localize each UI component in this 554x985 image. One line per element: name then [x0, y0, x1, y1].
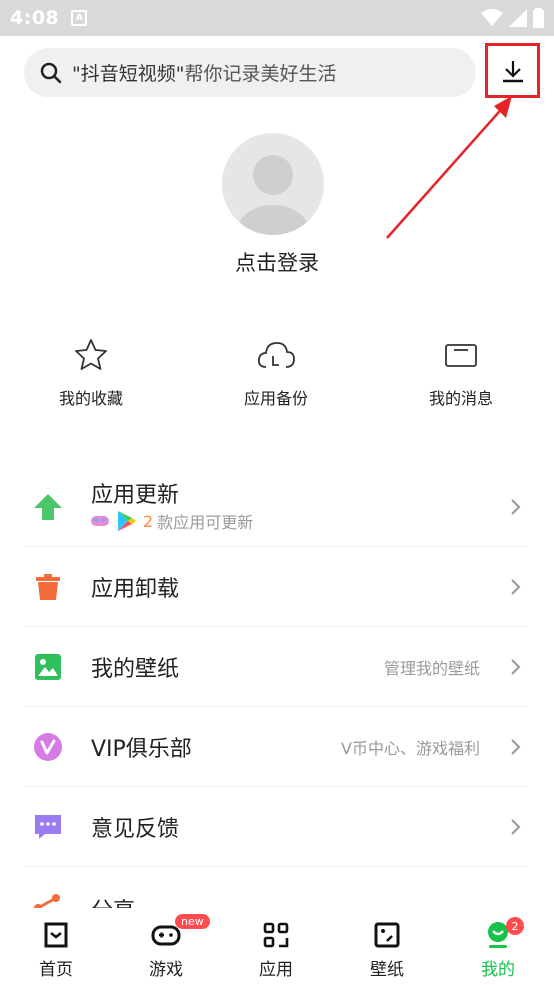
image-icon — [35, 653, 61, 680]
search-icon — [40, 62, 62, 83]
chevron-right-icon — [511, 818, 521, 835]
wallpaper-icon — [374, 922, 400, 948]
tab-apps[interactable]: 应用 — [221, 908, 331, 985]
search-placeholder: "抖音短视频"帮你记录美好生活 — [72, 63, 337, 85]
signal-icon — [509, 9, 527, 27]
search-row: "抖音短视频"帮你记录美好生活 — [0, 36, 554, 110]
tab-apps-label: 应用 — [259, 960, 293, 980]
update-count: 2 — [143, 511, 154, 531]
chevron-right-icon — [511, 578, 521, 595]
game-app-icon — [91, 516, 109, 526]
quick-backup-label: 应用备份 — [243, 389, 308, 408]
avatar[interactable] — [222, 133, 324, 235]
menu-wallpaper-title: 我的壁纸 — [91, 656, 180, 682]
notification-badge: 2 — [506, 917, 524, 935]
play-store-icon — [118, 511, 136, 531]
quick-messages-label: 我的消息 — [428, 389, 493, 408]
download-button[interactable] — [485, 43, 540, 98]
menu-item-uninstall[interactable]: 应用卸载 — [24, 547, 528, 627]
notification-a-icon: A — [71, 10, 88, 26]
vip-icon — [34, 732, 62, 761]
status-time: 4:08 — [10, 7, 60, 29]
quick-favorites[interactable]: 我的收藏 — [26, 335, 156, 409]
login-label[interactable]: 点击登录 — [0, 247, 554, 277]
star-icon — [75, 339, 107, 370]
tab-wallpaper[interactable]: 壁纸 — [332, 908, 442, 985]
annotation-arrow — [386, 96, 512, 239]
tab-home-label: 首页 — [39, 960, 73, 980]
tab-wallpaper-label: 壁纸 — [370, 960, 404, 980]
new-badge: new — [175, 914, 210, 929]
tab-home[interactable]: 首页 — [1, 908, 111, 985]
search-input[interactable]: "抖音短视频"帮你记录美好生活 — [24, 48, 476, 97]
menu-item-feedback[interactable]: 意见反馈 — [24, 787, 528, 867]
menu-feedback-title: 意见反馈 — [91, 816, 180, 842]
avatar-placeholder-icon — [237, 155, 309, 235]
menu-vip-title: VIP俱乐部 — [91, 736, 192, 762]
download-icon — [502, 60, 523, 82]
chevron-right-icon — [511, 498, 521, 515]
cloud-icon — [257, 342, 295, 368]
status-bar: 4:08 A — [0, 0, 554, 36]
tab-games[interactable]: new 游戏 — [111, 908, 221, 985]
update-subtitle: 2 款应用可更新 — [91, 509, 253, 533]
trash-icon — [36, 573, 60, 600]
home-icon — [44, 922, 68, 948]
menu-wallpaper-sub: 管理我的壁纸 — [383, 658, 480, 678]
menu-update-title: 应用更新 — [91, 483, 180, 508]
quick-messages[interactable]: 我的消息 — [396, 335, 526, 409]
battery-icon — [533, 8, 544, 28]
quick-actions: 我的收藏 应用备份 我的消息 — [0, 335, 554, 415]
menu-item-wallpaper[interactable]: 我的壁纸 管理我的壁纸 — [24, 627, 528, 707]
wifi-icon — [481, 9, 503, 26]
chevron-right-icon — [511, 658, 521, 675]
apps-grid-icon — [263, 922, 289, 948]
quick-backup[interactable]: 应用备份 — [211, 335, 341, 409]
quick-favorites-label: 我的收藏 — [58, 389, 123, 408]
tab-mine[interactable]: 2 我的 — [443, 908, 553, 985]
status-icons — [481, 0, 544, 36]
menu-uninstall-title: 应用卸载 — [91, 576, 180, 602]
tab-mine-label: 我的 — [481, 960, 515, 980]
menu-item-vip[interactable]: VIP俱乐部 V币中心、游戏福利 — [24, 707, 528, 787]
menu-vip-sub: V币中心、游戏福利 — [341, 738, 480, 758]
tab-games-label: 游戏 — [149, 960, 183, 980]
menu-item-update[interactable]: 应用更新 2 款应用可更新 — [24, 467, 528, 547]
menu-list: 应用更新 2 款应用可更新 应用卸载 我的壁纸 管理我的壁纸 VIP俱乐部 V币… — [24, 467, 528, 867]
arrow-up-icon — [34, 493, 62, 520]
chevron-right-icon — [511, 738, 521, 755]
feedback-icon — [35, 814, 61, 839]
update-suffix: 款应用可更新 — [157, 513, 254, 532]
bottom-tab-bar: 首页 new 游戏 应用 壁纸 2 我的 — [0, 908, 554, 985]
message-icon — [445, 344, 477, 367]
